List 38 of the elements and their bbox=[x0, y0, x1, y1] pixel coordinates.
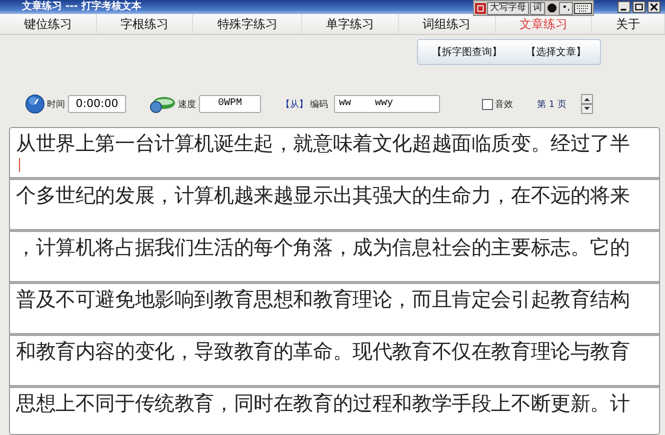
speed-icon bbox=[148, 94, 176, 114]
caps-button[interactable]: 大写字母 bbox=[487, 2, 529, 14]
tab[interactable]: 词组练习 bbox=[398, 14, 496, 34]
minimize-icon[interactable] bbox=[617, 1, 631, 13]
full-width-icon[interactable] bbox=[546, 2, 558, 14]
article-line: 个多世纪的发展，计算机越来越显示出其强大的生命力，在不远的将来 bbox=[16, 182, 630, 209]
mode-button[interactable]: 词 bbox=[530, 2, 545, 14]
code-char: 【从】 bbox=[281, 98, 308, 110]
sound-label: 音效 bbox=[495, 98, 513, 110]
page-spinner-icon[interactable] bbox=[581, 94, 594, 114]
article-line: 思想上不同于传统教育，同时在教育的过程和教学手段上不断更新。计 bbox=[16, 390, 630, 417]
time-label: 时间 bbox=[47, 98, 65, 110]
time-field: 0:00:00 bbox=[68, 95, 126, 113]
window-title: 文章练习 --- 打字考核文本 bbox=[21, 0, 142, 14]
article-line: 普及不可避免地影响到教育思想和教育理论，而且肯定会引起教育结构 bbox=[16, 286, 630, 313]
code-label: 编码 bbox=[310, 98, 328, 110]
article-line: 和教育内容的变化，导致教育的革命。现代教育不仅在教育理论与教育 bbox=[16, 338, 630, 365]
tab[interactable]: 关于 bbox=[592, 14, 665, 34]
tab[interactable]: 单字练习 bbox=[302, 14, 399, 34]
clock-icon bbox=[25, 94, 45, 114]
page-label: 第 1 页 bbox=[537, 98, 566, 110]
tab[interactable]: 字根练习 bbox=[96, 14, 194, 34]
close-icon[interactable] bbox=[647, 1, 661, 13]
sound-checkbox[interactable] bbox=[482, 98, 493, 110]
tab[interactable]: 文章练习 bbox=[496, 14, 592, 34]
punctuation-button[interactable]: •, bbox=[559, 2, 574, 14]
action-button[interactable]: 【拆字图查询】 bbox=[432, 45, 502, 59]
article-line: 从世界上第一台计算机诞生起，就意味着文化超越面临质变。经过了半 bbox=[16, 130, 630, 157]
speed-field: 0WPM bbox=[199, 95, 261, 113]
tab[interactable]: 特殊字练习 bbox=[193, 14, 302, 34]
keyboard-icon[interactable] bbox=[574, 2, 592, 14]
action-button[interactable]: 【选择文章】 bbox=[526, 45, 586, 59]
speed-label: 速度 bbox=[178, 98, 196, 110]
maximize-icon[interactable] bbox=[632, 1, 646, 13]
code-field: ww wwy bbox=[334, 95, 440, 113]
article-line: ，计算机将占据我们生活的每个角落，成为信息社会的主要标志。它的 bbox=[16, 234, 630, 261]
ime-logo-icon[interactable] bbox=[475, 2, 486, 14]
tab[interactable]: 键位练习 bbox=[0, 14, 97, 34]
